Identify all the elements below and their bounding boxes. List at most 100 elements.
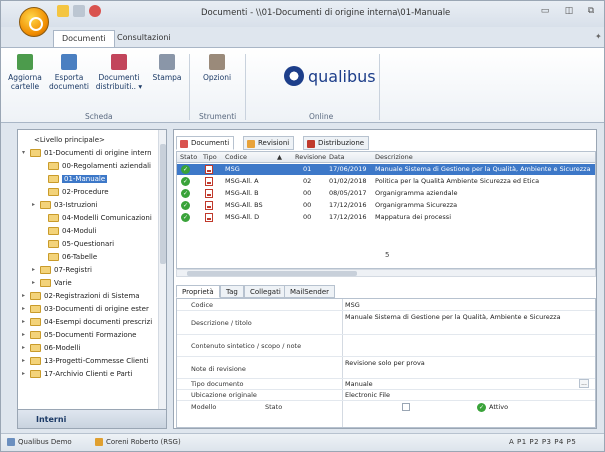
tab-consultazioni[interactable]: Consultazioni <box>109 30 179 47</box>
check-icon: ✓ <box>181 189 190 198</box>
column-header-stato[interactable]: Stato <box>180 153 197 161</box>
opzioni-button[interactable]: Opzioni <box>197 54 237 82</box>
grid-horizontal-scrollbar[interactable] <box>176 269 596 277</box>
folder-icon <box>30 148 41 157</box>
help-icon[interactable]: ✦ <box>595 32 602 41</box>
tree-item[interactable]: 04-Moduli <box>40 225 97 236</box>
tree-item[interactable]: ▸ 03-Documenti di origine ester <box>22 303 149 314</box>
documenti-distribuiti-button[interactable]: Documenti distribuiti.. ▾ <box>95 54 143 91</box>
stampa-button[interactable]: Stampa <box>151 54 183 82</box>
tree-item[interactable]: ▸ Varie <box>32 277 72 288</box>
group-label-online: Online <box>309 112 334 121</box>
qualibus-logo[interactable]: qualibus <box>284 66 376 86</box>
tree-item-selected[interactable]: 01-Manuale <box>40 173 108 184</box>
modello-checkbox[interactable] <box>402 403 410 411</box>
tree-item[interactable]: ▸ 05-Documenti Formazione <box>22 329 136 340</box>
tab-distribuzione[interactable]: Distribuzione <box>303 136 370 150</box>
minimize-icon[interactable]: ▭ <box>537 5 553 17</box>
esporta-documenti-button[interactable]: Esporta documenti <box>49 54 89 91</box>
sort-ascending-icon: ▲ <box>277 153 282 161</box>
folder-icon <box>48 226 59 235</box>
pdf-icon <box>205 177 213 186</box>
check-icon: ✓ <box>181 177 190 186</box>
grid-header: Stato Tipo Codice ▲ Revisione Data Descr… <box>177 152 595 163</box>
status-user: Coreni Roberto (RSG) <box>106 438 181 446</box>
tree-item[interactable]: 00-Regolamenti aziendali <box>40 160 151 171</box>
ribbon: Aggiorna cartelle Esporta documenti Docu… <box>1 47 604 123</box>
folder-icon <box>48 161 59 170</box>
tab-documenti[interactable]: Documenti <box>53 30 115 47</box>
stato-value[interactable]: Attivo <box>489 403 508 411</box>
active-status-icon: ✓ <box>477 403 486 412</box>
table-row[interactable]: ✓ MSG-All. D 00 17/12/2016 Mappatura dei… <box>177 212 595 223</box>
tree-item[interactable]: ▸ 13-Progetti-Commesse Clienti <box>22 355 148 366</box>
scrollbar-thumb[interactable] <box>187 271 357 276</box>
tree-item[interactable]: 06-Tabelle <box>40 251 97 262</box>
tree-scrollbar[interactable] <box>158 130 166 418</box>
app-orb-button[interactable] <box>19 7 49 37</box>
tree-item[interactable]: ▸ 04-Esempi documenti prescrizi <box>22 316 152 327</box>
note-revisione-field[interactable]: Revisione solo per prova <box>345 359 425 367</box>
tree-item[interactable]: ▸ 17-Archivio Clienti e Parti <box>22 368 132 379</box>
tree-item[interactable]: ▸ 06-Modelli <box>22 342 80 353</box>
codice-field[interactable]: MSG <box>345 301 360 309</box>
tree-item[interactable]: ▾ 01-Documenti di origine intern <box>22 147 152 158</box>
documents-grid: Stato Tipo Codice ▲ Revisione Data Descr… <box>176 151 596 269</box>
tree-item[interactable]: 05-Questionari <box>40 238 114 249</box>
interni-button[interactable]: Interni <box>17 409 167 429</box>
tab-mailsender[interactable]: MailSender <box>284 285 336 298</box>
save-icon[interactable] <box>73 5 85 17</box>
table-row[interactable]: ✓ MSG-All. BS 00 17/12/2016 Organigramma… <box>177 200 595 211</box>
close-circle-icon[interactable] <box>89 5 101 17</box>
folder-icon <box>48 252 59 261</box>
qualibus-logo-icon <box>284 66 304 86</box>
export-icon <box>61 54 77 70</box>
aggiorna-cartelle-button[interactable]: Aggiorna cartelle <box>7 54 43 91</box>
tree-item[interactable]: ▸ 02-Registrazioni di Sistema <box>22 290 140 301</box>
star-icon[interactable] <box>57 5 69 17</box>
revisions-icon <box>247 140 255 148</box>
property-row: Contenuto sintetico / scopo / note <box>177 335 595 357</box>
tab-proprieta[interactable]: Proprietà <box>176 285 220 298</box>
column-header-codice[interactable]: Codice <box>225 153 247 161</box>
restore-icon[interactable]: ⧉ <box>583 5 599 17</box>
tree-item[interactable]: 02-Procedure <box>40 186 109 197</box>
property-row: Note di revisione Revisione solo per pro… <box>177 357 595 379</box>
tree-item[interactable]: 04-Modelli Comunicazioni <box>40 212 152 223</box>
tipo-documento-browse-button[interactable]: ... <box>579 379 589 388</box>
tab-revisioni[interactable]: Revisioni <box>243 136 295 150</box>
column-header-tipo[interactable]: Tipo <box>203 153 217 161</box>
maximize-icon[interactable]: ◫ <box>561 5 577 17</box>
tree-item[interactable]: ▸ 03-Istruzioni <box>32 199 98 210</box>
pdf-icon <box>205 189 213 198</box>
tipo-documento-field[interactable]: Manuale <box>345 380 373 388</box>
tab-tag[interactable]: Tag <box>220 285 244 298</box>
scrollbar-thumb[interactable] <box>160 144 166 264</box>
check-icon: ✓ <box>181 165 190 174</box>
folder-icon <box>30 343 41 352</box>
documents-icon <box>180 140 188 148</box>
group-separator <box>189 54 190 120</box>
folder-icon <box>48 174 59 183</box>
tree-item[interactable]: ▸ 07-Registri <box>32 264 92 275</box>
ubicazione-field[interactable]: Electronic File <box>345 391 390 399</box>
tree-item[interactable]: <Livello principale> <box>34 134 105 145</box>
tab-collegati[interactable]: Collegati <box>244 285 287 298</box>
database-icon <box>7 438 15 446</box>
column-header-revisione[interactable]: Revisione <box>295 153 326 161</box>
table-row[interactable]: ✓ MSG-All. A 02 01/02/2018 Politica per … <box>177 176 595 187</box>
pdf-icon <box>205 201 213 210</box>
column-header-data[interactable]: Data <box>329 153 345 161</box>
table-row[interactable]: ✓ MSG 01 17/06/2019 Manuale Sistema di G… <box>177 164 595 175</box>
column-header-descrizione[interactable]: Descrizione <box>375 153 413 161</box>
table-row[interactable]: ✓ MSG-All. B 00 08/05/2017 Organigramma … <box>177 188 595 199</box>
refresh-icon <box>17 54 33 70</box>
folder-tree: <Livello principale> ▾ 01-Documenti di or… <box>17 129 167 419</box>
title-bar: Documenti - \\01-Documenti di origine in… <box>1 1 604 27</box>
folder-icon <box>30 317 41 326</box>
folder-icon <box>40 200 51 209</box>
descrizione-field[interactable]: Manuale Sistema di Gestione per la Quali… <box>345 313 561 321</box>
tab-documenti-list[interactable]: Documenti <box>176 136 235 150</box>
check-icon: ✓ <box>181 213 190 222</box>
group-separator <box>379 54 380 120</box>
